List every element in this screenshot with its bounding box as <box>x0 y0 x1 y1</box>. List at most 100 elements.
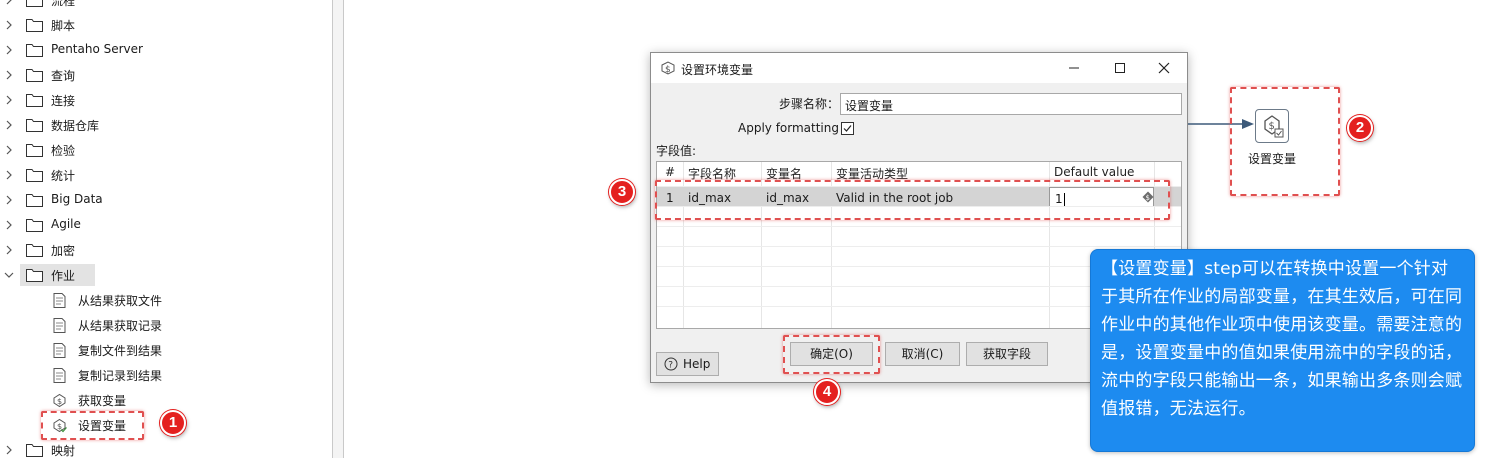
folder-icon <box>26 144 43 157</box>
chevron-right-icon[interactable] <box>3 219 15 231</box>
copy-rows-to-result-icon <box>53 368 66 383</box>
folder-icon <box>26 169 43 182</box>
tree-step-label: 复制文件到结果 <box>78 344 163 358</box>
tree-folder-label: 连接 <box>51 94 76 108</box>
help-button-label: Help <box>683 357 711 371</box>
svg-text:$: $ <box>665 65 671 75</box>
dialog-title: 设置环境变量 <box>681 63 754 77</box>
tree-folder[interactable]: 脚本 <box>0 14 332 36</box>
badge-1: 1 <box>160 410 186 436</box>
tree-folder-label: 脚本 <box>51 19 76 33</box>
tree-folder[interactable]: Pentaho Server <box>0 39 332 61</box>
get-rows-from-result-icon <box>53 318 66 333</box>
svg-text:$: $ <box>57 397 62 406</box>
close-button[interactable] <box>1141 53 1187 83</box>
callout-frame-4 <box>783 335 880 374</box>
close-icon <box>1158 62 1170 74</box>
tree-folder-label: 作业 <box>51 269 76 283</box>
panel-splitter[interactable] <box>332 0 344 458</box>
folder-icon <box>26 444 43 457</box>
get-fields-button[interactable]: 获取字段 <box>966 342 1048 366</box>
tree-step-item[interactable]: 从结果获取记录 <box>0 314 332 336</box>
chevron-down-icon[interactable] <box>3 269 15 281</box>
tree-folder-label: Agile <box>51 217 81 231</box>
checkmark-icon <box>843 125 852 132</box>
folder-icon <box>26 244 43 257</box>
chevron-right-icon[interactable] <box>3 44 15 56</box>
badge-3: 3 <box>609 179 635 205</box>
tree-folder[interactable]: 流程 <box>0 0 332 11</box>
tree-folder[interactable]: Agile <box>0 214 332 236</box>
get-variables-icon: $ <box>53 393 66 408</box>
copy-files-to-result-icon <box>53 343 66 358</box>
dialog-titlebar: $ 设置环境变量 <box>651 53 1187 83</box>
help-icon: ? <box>664 357 678 371</box>
tree-step-item[interactable]: 从结果获取文件 <box>0 289 332 311</box>
minimize-icon <box>1069 67 1079 69</box>
grid-header-variable[interactable]: 变量名 <box>761 162 807 181</box>
maximize-button[interactable] <box>1097 53 1143 83</box>
tree-step-label: 从结果获取文件 <box>78 294 163 308</box>
tree-folder[interactable]: 连接 <box>0 89 332 111</box>
tree-folder[interactable]: 数据仓库 <box>0 114 332 136</box>
chevron-right-icon[interactable] <box>3 0 15 6</box>
tree-step-label: 复制记录到结果 <box>78 369 163 383</box>
chevron-right-icon[interactable] <box>3 69 15 81</box>
grid-header-default[interactable]: Default value <box>1049 162 1139 181</box>
tree-folder-label: 数据仓库 <box>51 119 100 133</box>
chevron-right-icon[interactable] <box>3 194 15 206</box>
callout-frame-1 <box>41 411 144 440</box>
callout-frame-2 <box>1230 87 1340 196</box>
minimize-button[interactable] <box>1051 53 1097 83</box>
tree-folder[interactable]: Big Data <box>0 189 332 211</box>
grid-header-num[interactable]: # <box>660 162 680 181</box>
folder-icon <box>26 44 43 57</box>
grid-header-scope[interactable]: 变量活动类型 <box>831 162 913 181</box>
tree-folder-label: 映射 <box>51 444 76 458</box>
tree-folder-label: 加密 <box>51 244 76 258</box>
chevron-right-icon[interactable] <box>3 169 15 181</box>
tree-folder[interactable]: 统计 <box>0 164 332 186</box>
tree-folder-label: Pentaho Server <box>51 42 143 56</box>
chevron-right-icon[interactable] <box>3 144 15 156</box>
tree-folder-label: 流程 <box>51 0 76 8</box>
tree-folder-label: 检验 <box>51 144 76 158</box>
fields-label: 字段值: <box>656 144 697 158</box>
chevron-right-icon[interactable] <box>3 444 15 456</box>
folder-icon <box>26 69 43 82</box>
tree-step-item[interactable]: 复制文件到结果 <box>0 339 332 361</box>
chevron-right-icon[interactable] <box>3 119 15 131</box>
explanation-note: 【设置变量】step可以在转换中设置一个针对于其所在作业的局部变量，在其生效后，… <box>1090 249 1475 452</box>
tree-step-item[interactable]: $ 获取变量 <box>0 389 332 411</box>
tree-folder[interactable]: 映射 <box>0 439 332 458</box>
chevron-right-icon[interactable] <box>3 94 15 106</box>
chevron-right-icon[interactable] <box>3 19 15 31</box>
tree-folder[interactable]: 查询 <box>0 64 332 86</box>
step-name-label: 步骤名称： <box>779 97 840 111</box>
folder-icon <box>26 94 43 107</box>
tree-folder[interactable]: 作业 <box>4 264 95 286</box>
tree-step-label: 从结果获取记录 <box>78 319 163 333</box>
apply-formatting-checkbox[interactable] <box>841 122 854 135</box>
help-button[interactable]: ? Help <box>656 352 719 376</box>
tree-folder[interactable]: 检验 <box>0 139 332 161</box>
steps-tree-panel: 流程脚本 Pentaho Server 查询连接数据仓库检验统计 Big Data Ag… <box>0 0 332 458</box>
set-variables-icon: $ <box>661 61 675 75</box>
tree-folder-label: 统计 <box>51 169 76 183</box>
folder-icon <box>26 269 43 282</box>
callout-frame-3 <box>655 180 1170 220</box>
tree-folder-label: 查询 <box>51 69 76 83</box>
badge-2: 2 <box>1347 115 1373 141</box>
tree-folder-label: Big Data <box>51 192 103 206</box>
tree-folder[interactable]: 加密 <box>0 239 332 261</box>
step-name-input[interactable]: 设置变量 <box>840 93 1182 115</box>
badge-4: 4 <box>814 379 840 405</box>
cancel-button[interactable]: 取消(C) <box>885 342 960 366</box>
tree-step-item[interactable]: 复制记录到结果 <box>0 364 332 386</box>
chevron-right-icon[interactable] <box>3 244 15 256</box>
folder-icon <box>26 19 43 32</box>
folder-icon <box>26 194 43 207</box>
svg-text:?: ? <box>668 361 673 371</box>
get-files-from-result-icon <box>53 293 66 308</box>
grid-header-field[interactable]: 字段名称 <box>683 162 741 181</box>
